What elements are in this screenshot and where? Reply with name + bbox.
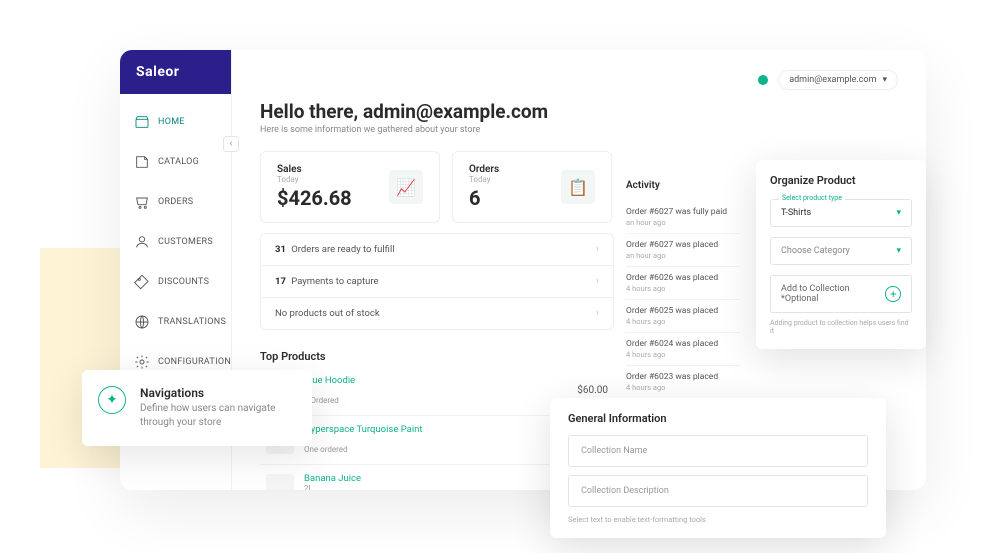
- nav-label: CUSTOMERS: [158, 237, 213, 247]
- chevron-right-icon: ›: [596, 308, 599, 319]
- discount-icon: [134, 274, 150, 290]
- sales-value: $426.68: [277, 186, 352, 210]
- nav-label: ORDERS: [158, 197, 193, 207]
- page-title: Hello there, admin@example.com: [260, 100, 898, 123]
- gear-icon: [134, 354, 150, 370]
- compass-icon: ✦: [98, 386, 126, 414]
- orders-icon: 📋: [561, 170, 595, 204]
- card-title: Orders: [469, 164, 499, 175]
- nav-catalog[interactable]: CATALOG: [120, 142, 231, 182]
- collapse-sidebar-button[interactable]: ‹: [223, 136, 239, 152]
- product-name: Hyperspace Turquoise Paint: [304, 424, 573, 435]
- activity-item[interactable]: Order #6026 was placed4 hours ago: [626, 267, 740, 300]
- collection-name-input[interactable]: Collection Name: [568, 435, 868, 467]
- customers-icon: [134, 234, 150, 250]
- organize-product-panel: Organize Product Select product type T-S…: [756, 160, 926, 349]
- chart-icon: 📈: [389, 170, 423, 204]
- chevron-down-icon: ▾: [896, 246, 901, 256]
- panel-title: General Information: [568, 412, 868, 425]
- product-price: $60.00: [577, 385, 608, 396]
- top-bar: admin@example.com ▾: [260, 70, 898, 90]
- product-name: Blue Hoodie: [304, 375, 567, 386]
- navigations-card[interactable]: ✦ Navigations Define how users can navig…: [82, 370, 312, 446]
- nav-label: TRANSLATIONS: [158, 317, 226, 327]
- home-icon: [134, 114, 150, 130]
- activity-item[interactable]: Order #6024 was placed4 hours ago: [626, 333, 740, 366]
- nav-label: CATALOG: [158, 157, 199, 167]
- activity-item[interactable]: Order #6027 was placedan hour ago: [626, 234, 740, 267]
- card-subtitle: Define how users can navigate through yo…: [140, 402, 296, 430]
- nav-translations[interactable]: TRANSLATIONS: [120, 302, 231, 342]
- add-icon[interactable]: +: [885, 286, 901, 302]
- nav-customers[interactable]: CUSTOMERS: [120, 222, 231, 262]
- user-email: admin@example.com: [789, 75, 876, 85]
- chevron-down-icon: ▾: [882, 75, 887, 85]
- chevron-right-icon: ›: [596, 244, 599, 255]
- product-type-select[interactable]: Select product type T-Shirts ▾: [770, 199, 912, 227]
- orders-value: 6: [469, 186, 499, 210]
- status-list: 31 Orders are ready to fulfill › 17 Paym…: [260, 233, 614, 330]
- nav-home[interactable]: HOME: [120, 102, 231, 142]
- hint-text: Adding product to collection helps users…: [770, 319, 912, 335]
- orders-card[interactable]: Orders Today 6 📋: [452, 151, 612, 223]
- nav-label: DISCOUNTS: [158, 277, 209, 287]
- cart-icon: [134, 194, 150, 210]
- sales-card[interactable]: Sales Today $426.68 📈: [260, 151, 440, 223]
- nav-orders[interactable]: ORDERS: [120, 182, 231, 222]
- status-row-stock[interactable]: No products out of stock ›: [261, 298, 613, 329]
- add-to-collection[interactable]: Add to Collection *Optional +: [770, 275, 912, 313]
- page-subtitle: Here is some information we gathered abo…: [260, 125, 898, 135]
- brand-logo: Saleor: [120, 50, 231, 94]
- card-period: Today: [469, 175, 499, 184]
- nav-label: HOME: [158, 117, 185, 127]
- card-title: Sales: [277, 164, 352, 175]
- nav-label: CONFIGURATION: [158, 357, 231, 367]
- activity-item[interactable]: Order #6027 was fully paidan hour ago: [626, 201, 740, 234]
- card-period: Today: [277, 175, 352, 184]
- chevron-down-icon: ▾: [896, 208, 901, 218]
- status-row-payments[interactable]: 17 Payments to capture ›: [261, 266, 613, 298]
- activity-title: Activity: [626, 180, 740, 191]
- hint-text: Select text to enable text-formatting to…: [568, 515, 868, 524]
- general-information-panel: General Information Collection Name Coll…: [550, 398, 886, 538]
- status-row-fulfill[interactable]: 31 Orders are ready to fulfill ›: [261, 234, 613, 266]
- nav-discounts[interactable]: DISCOUNTS: [120, 262, 231, 302]
- panel-title: Organize Product: [770, 174, 912, 187]
- user-menu[interactable]: admin@example.com ▾: [778, 70, 898, 90]
- collection-description-input[interactable]: Collection Description: [568, 475, 868, 507]
- category-select[interactable]: Choose Category ▾: [770, 237, 912, 265]
- globe-icon: [134, 314, 150, 330]
- activity-item[interactable]: Order #6025 was placed4 hours ago: [626, 300, 740, 333]
- chevron-right-icon: ›: [596, 276, 599, 287]
- card-title: Navigations: [140, 386, 296, 400]
- status-indicator: [758, 75, 768, 85]
- catalog-icon: [134, 154, 150, 170]
- product-thumb: [266, 474, 294, 490]
- activity-item[interactable]: Order #6023 was placed4 hours ago: [626, 366, 740, 399]
